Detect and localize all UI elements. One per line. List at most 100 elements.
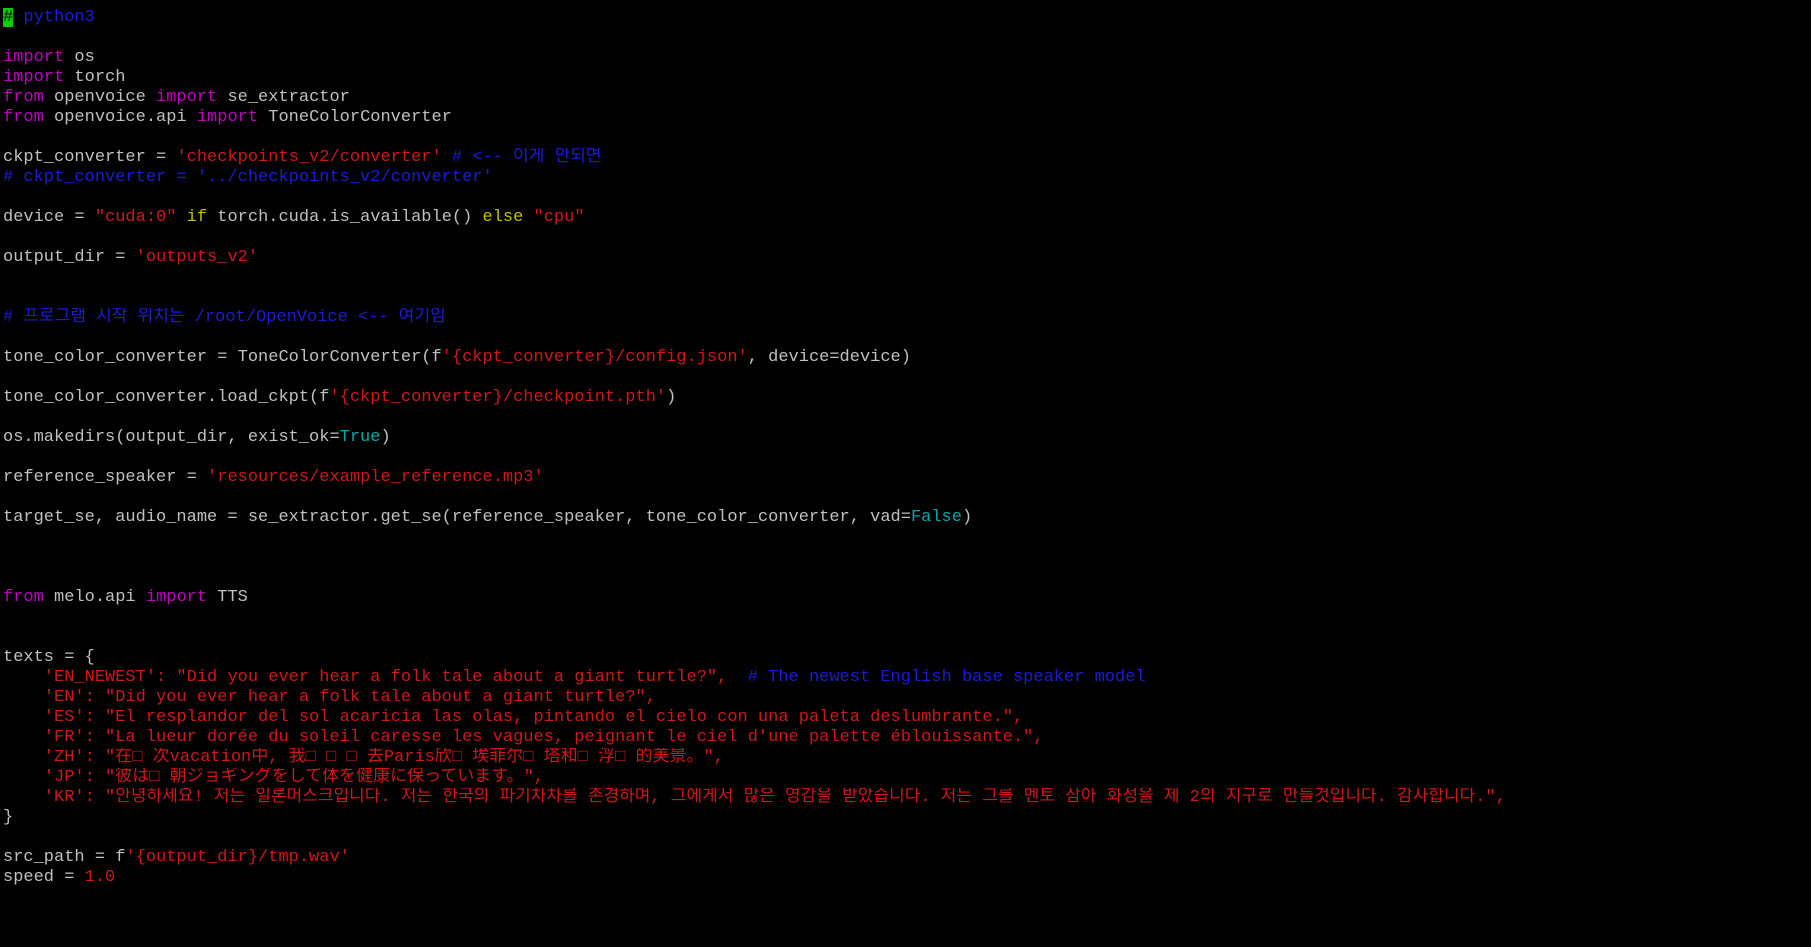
code-token: # The newest English base speaker model (747, 668, 1146, 687)
code-token: src_path = f (3, 848, 126, 867)
code-token: openvoice.api (43, 108, 197, 127)
code-line-43[interactable]: src_path = f'{output_dir}/tmp.wav' (3, 848, 1811, 868)
code-line-30[interactable]: from melo.api import TTS (3, 588, 1811, 608)
code-token: else (482, 208, 524, 227)
code-token: : "彼は□ 朝ジョギングをして体を健康に保っています。", (84, 768, 544, 787)
code-line-33[interactable]: texts = { (3, 648, 1811, 668)
code-line-9[interactable]: # ckpt_converter = '../checkpoints_v2/co… (3, 168, 1811, 188)
code-token: } (3, 808, 14, 827)
code-token: : "La lueur dorée du soleil caresse les … (84, 728, 1044, 747)
code-token: 'JP' (43, 768, 85, 787)
code-token: 'resources/example_reference.mp3' (207, 468, 544, 487)
code-token: tone_color_converter = ToneColorConverte… (3, 348, 442, 367)
code-token: 'outputs_v2' (135, 248, 259, 267)
code-token: from (3, 588, 44, 607)
code-line-41[interactable]: } (3, 808, 1811, 828)
code-line-12[interactable] (3, 228, 1811, 248)
code-line-25[interactable] (3, 488, 1811, 508)
code-line-42[interactable] (3, 828, 1811, 848)
code-line-14[interactable] (3, 268, 1811, 288)
code-line-39[interactable]: 'JP': "彼は□ 朝ジョギングをして体を健康に保っています。", (3, 768, 1811, 788)
code-token: 'checkpoints_v2/converter' (176, 148, 442, 167)
code-token: torch (64, 68, 126, 87)
code-line-37[interactable]: 'FR': "La lueur dorée du soleil caresse … (3, 728, 1811, 748)
code-line-36[interactable]: 'ES': "El resplandor del sol acaricia la… (3, 708, 1811, 728)
code-token: speed = (3, 868, 85, 887)
code-line-15[interactable] (3, 288, 1811, 308)
code-token: # ckpt_converter = '../checkpoints_v2/co… (3, 168, 493, 187)
code-line-5[interactable]: from openvoice import se_extractor (3, 88, 1811, 108)
code-token: '{ckpt_converter}/config.json' (441, 348, 748, 367)
code-token: if (186, 208, 208, 227)
code-token: : "El resplandor del sol acaricia las ol… (84, 708, 1024, 727)
code-line-4[interactable]: import torch (3, 68, 1811, 88)
code-token: False (910, 508, 962, 527)
code-token: se_extractor (217, 88, 350, 107)
code-line-44[interactable]: speed = 1.0 (3, 868, 1811, 888)
code-line-27[interactable] (3, 528, 1811, 548)
code-token: import (145, 588, 208, 607)
code-token: # 프로그램 시작 위치는 /root/OpenVoice <-- 여기임 (3, 308, 446, 327)
text-cursor: # (3, 8, 14, 27)
code-line-26[interactable]: target_se, audio_name = se_extractor.get… (3, 508, 1811, 528)
code-line-31[interactable] (3, 608, 1811, 628)
terminal-editor[interactable]: # python3 import os import torch from openv… (0, 0, 1811, 947)
code-token: , device=device) (747, 348, 911, 367)
code-line-23[interactable] (3, 448, 1811, 468)
code-line-17[interactable] (3, 328, 1811, 348)
code-line-1[interactable]: # python3 (3, 8, 1811, 28)
code-token: : "안녕하세요! 저는 일론머스크입니다. 저는 한국의 파기차차를 존경하며… (84, 788, 1506, 807)
code-line-6[interactable]: from openvoice.api import ToneColorConve… (3, 108, 1811, 128)
code-line-29[interactable] (3, 568, 1811, 588)
code-line-13[interactable]: output_dir = 'outputs_v2' (3, 248, 1811, 268)
code-token: "cuda:0" (94, 208, 177, 227)
code-token: from (3, 108, 44, 127)
code-token: import (3, 68, 65, 87)
code-token: os (64, 48, 95, 67)
code-line-32[interactable] (3, 628, 1811, 648)
code-line-11[interactable]: device = "cuda:0" if torch.cuda.is_avail… (3, 208, 1811, 228)
code-token: torch.cuda.is_available() (207, 208, 483, 227)
code-token: 1.0 (84, 868, 116, 887)
code-line-7[interactable] (3, 128, 1811, 148)
code-line-24[interactable]: reference_speaker = 'resources/example_r… (3, 468, 1811, 488)
code-line-2[interactable] (3, 28, 1811, 48)
code-token: import (156, 88, 218, 107)
code-token: output_dir = (3, 248, 136, 267)
code-line-28[interactable] (3, 548, 1811, 568)
code-token: True (339, 428, 381, 447)
code-line-35[interactable]: 'EN': "Did you ever hear a folk tale abo… (3, 688, 1811, 708)
code-line-34[interactable]: 'EN_NEWEST': "Did you ever hear a folk t… (3, 668, 1811, 688)
code-line-40[interactable]: 'KR': "안녕하세요! 저는 일론머스크입니다. 저는 한국의 파기차차를 … (3, 788, 1811, 808)
code-line-3[interactable]: import os (3, 48, 1811, 68)
code-token: import (196, 108, 259, 127)
code-token: ) (666, 388, 677, 407)
code-token: : "Did you ever hear a folk tale about a… (84, 688, 656, 707)
code-token: TTS (207, 588, 248, 607)
code-line-10[interactable] (3, 188, 1811, 208)
code-token: tone_color_converter.load_ckpt(f (3, 388, 330, 407)
code-line-8[interactable]: ckpt_converter = 'checkpoints_v2/convert… (3, 148, 1811, 168)
code-token: '{ckpt_converter}/checkpoint.pth' (329, 388, 667, 407)
code-token: import (3, 48, 65, 67)
code-token: 'EN_NEWEST' (43, 668, 157, 687)
code-line-18[interactable]: tone_color_converter = ToneColorConverte… (3, 348, 1811, 368)
code-token: target_se, audio_name = se_extractor.get… (3, 508, 911, 527)
code-line-21[interactable] (3, 408, 1811, 428)
code-line-16[interactable]: # 프로그램 시작 위치는 /root/OpenVoice <-- 여기임 (3, 308, 1811, 328)
code-line-20[interactable]: tone_color_converter.load_ckpt(f'{ckpt_c… (3, 388, 1811, 408)
code-line-19[interactable] (3, 368, 1811, 388)
code-token: from (3, 88, 44, 107)
code-line-38[interactable]: 'ZH': "在□ 次vacation中, 我□ □ □ 去Paris欣□ 埃菲… (3, 748, 1811, 768)
code-token: : "Did you ever hear a folk tale about a… (156, 668, 748, 687)
code-token: # <-- 이게 안되면 (441, 148, 602, 167)
code-token: "cpu" (533, 208, 585, 227)
code-token: python3 (13, 8, 95, 27)
code-line-22[interactable]: os.makedirs(output_dir, exist_ok=True) (3, 428, 1811, 448)
code-token: ) (961, 508, 973, 527)
